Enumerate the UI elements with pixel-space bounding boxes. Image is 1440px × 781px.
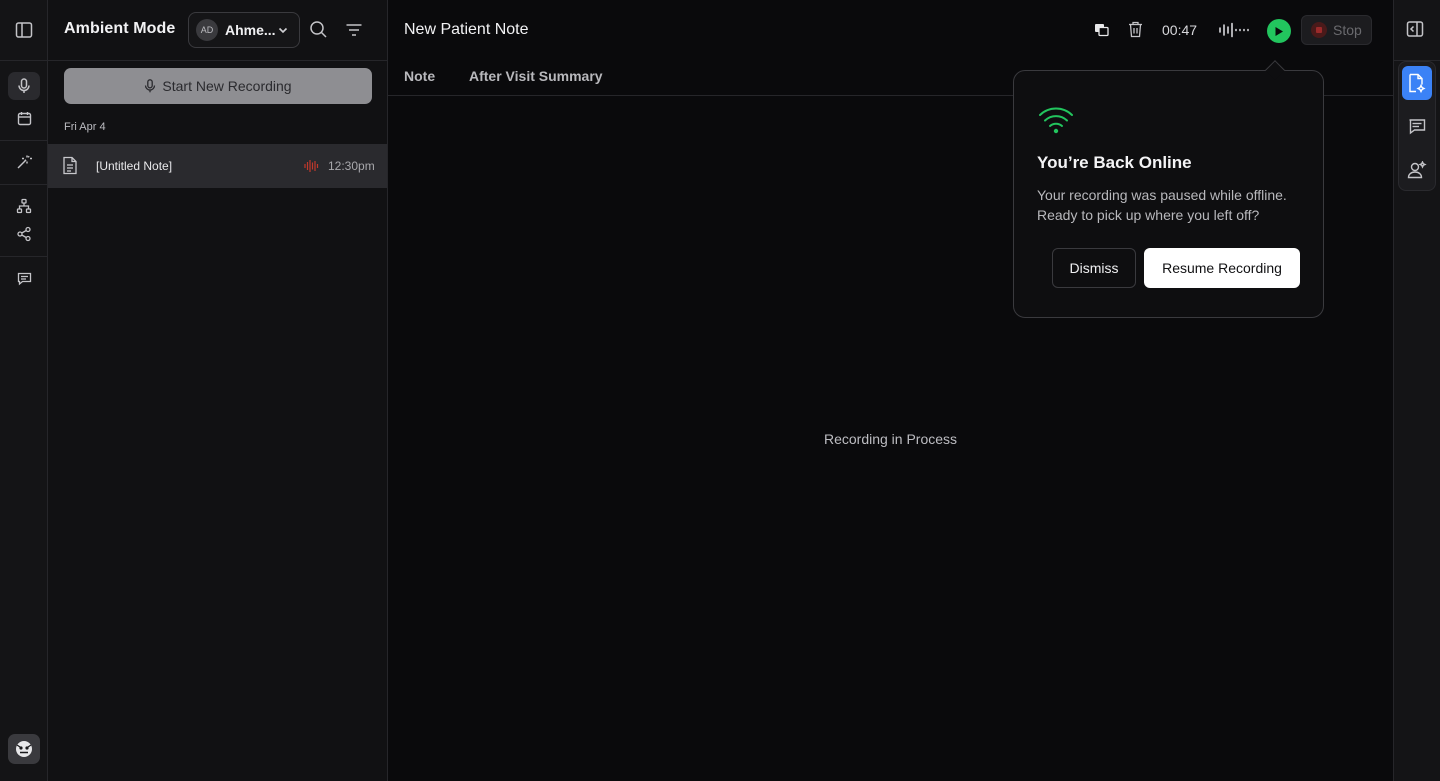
chat-icon[interactable] bbox=[8, 264, 40, 292]
start-new-recording-button[interactable]: Start New Recording bbox=[64, 68, 372, 104]
tab-note[interactable]: Note bbox=[404, 68, 435, 84]
note-title: [Untitled Note] bbox=[96, 159, 173, 173]
filter-icon[interactable] bbox=[345, 21, 363, 39]
tab-after-visit-summary[interactable]: After Visit Summary bbox=[469, 68, 603, 84]
recording-waveform-icon bbox=[304, 159, 320, 173]
panel-collapse-icon[interactable] bbox=[1406, 20, 1424, 38]
stop-icon bbox=[1311, 22, 1327, 38]
stop-button[interactable]: Stop bbox=[1301, 15, 1372, 45]
popover-body: Your recording was paused while offline.… bbox=[1037, 187, 1287, 223]
icon-rail bbox=[0, 0, 48, 781]
share-icon[interactable] bbox=[8, 220, 40, 248]
trash-icon[interactable] bbox=[1128, 21, 1143, 38]
magic-wand-icon[interactable] bbox=[8, 148, 40, 176]
message-icon[interactable] bbox=[1402, 109, 1432, 143]
user-avatar: AD bbox=[196, 19, 218, 41]
recording-status-text: Recording in Process bbox=[823, 431, 958, 447]
play-button[interactable] bbox=[1267, 19, 1291, 43]
user-name: Ahme... bbox=[225, 22, 276, 38]
sidebar-toggle-icon[interactable] bbox=[8, 16, 40, 44]
right-tool-group bbox=[1398, 61, 1436, 191]
resume-recording-button[interactable]: Resume Recording bbox=[1144, 248, 1300, 288]
back-online-popover: You’re Back Online Your recording was pa… bbox=[1013, 60, 1324, 318]
stop-label: Stop bbox=[1333, 22, 1362, 38]
app-title: Ambient Mode bbox=[64, 20, 176, 37]
document-icon bbox=[62, 156, 78, 175]
audio-levels-icon bbox=[1218, 22, 1250, 38]
wifi-icon bbox=[1038, 105, 1074, 135]
start-new-recording-label: Start New Recording bbox=[162, 78, 292, 94]
search-icon[interactable] bbox=[309, 20, 328, 39]
user-sparkle-icon[interactable] bbox=[1402, 153, 1432, 187]
popover-title: You’re Back Online bbox=[1037, 153, 1192, 172]
notes-list-panel: Ambient Mode AD Ahme... Start New Record… bbox=[48, 0, 388, 781]
profile-avatar[interactable] bbox=[8, 734, 40, 764]
hierarchy-icon[interactable] bbox=[8, 192, 40, 220]
document-edit-icon[interactable] bbox=[1402, 66, 1432, 100]
dismiss-button[interactable]: Dismiss bbox=[1052, 248, 1136, 288]
chevron-down-icon bbox=[277, 24, 289, 36]
copy-icon[interactable] bbox=[1094, 23, 1110, 37]
list-item[interactable]: [Untitled Note] 12:30pm bbox=[48, 144, 387, 188]
note-time: 12:30pm bbox=[328, 159, 375, 173]
right-rail bbox=[1393, 0, 1440, 781]
page-title: New Patient Note bbox=[404, 21, 529, 38]
microphone-icon bbox=[144, 79, 156, 93]
microphone-icon[interactable] bbox=[8, 72, 40, 100]
recording-timer: 00:47 bbox=[1162, 22, 1198, 38]
list-header: Ambient Mode AD Ahme... bbox=[48, 0, 388, 61]
date-group-label: Fri Apr 4 bbox=[64, 121, 106, 133]
calendar-icon[interactable] bbox=[8, 104, 40, 132]
user-selector[interactable]: AD Ahme... bbox=[188, 12, 300, 48]
play-icon bbox=[1274, 26, 1284, 37]
app-window: Ambient Mode AD Ahme... Start New Record… bbox=[0, 0, 1440, 781]
